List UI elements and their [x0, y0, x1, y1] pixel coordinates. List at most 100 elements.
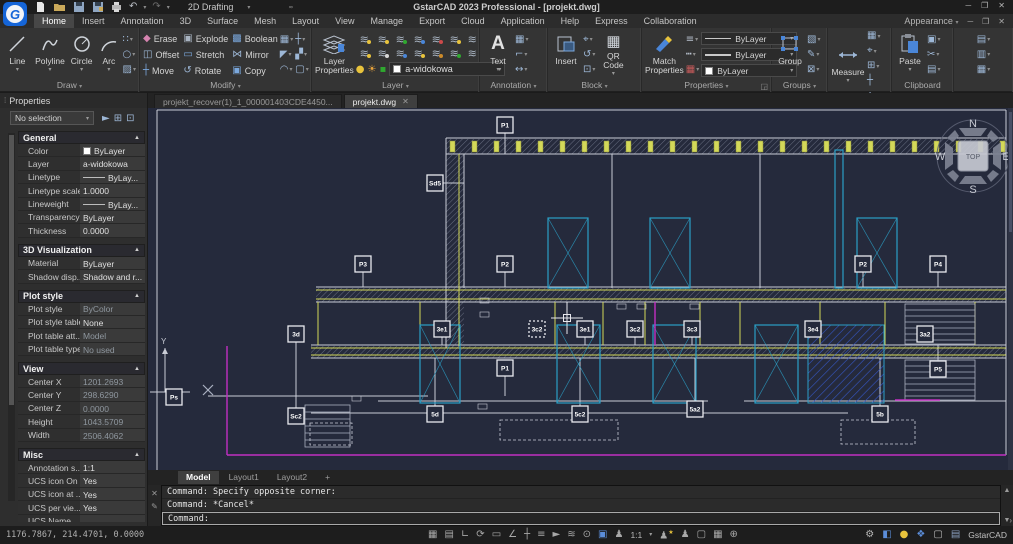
layer-tool-14-button[interactable]: ≋: [464, 47, 481, 60]
collapse-icon[interactable]: ▲: [134, 293, 140, 299]
array-button[interactable]: ▦▾: [280, 34, 293, 46]
layer-properties-button[interactable]: Layer Properties: [315, 31, 354, 79]
explode-button[interactable]: ▣Explode: [183, 32, 228, 45]
insert-button[interactable]: Insert: [551, 31, 581, 79]
layout-tab-layout1[interactable]: Layout1: [221, 471, 267, 484]
property-value[interactable]: ByLay...: [80, 171, 145, 183]
section-header-view[interactable]: View▲: [18, 362, 145, 375]
property-value[interactable]: ByLayer: [80, 144, 145, 156]
menu-tab-application[interactable]: Application: [493, 14, 553, 28]
draw-panel-label[interactable]: Draw ▾: [0, 79, 139, 92]
copy-clip-button[interactable]: ▣▾: [927, 34, 940, 46]
view-tool-3-button[interactable]: ▦▾: [977, 64, 990, 76]
palette-scrollbar[interactable]: [8, 133, 15, 501]
layer-tool-7-button[interactable]: ≋: [464, 33, 481, 46]
collapse-icon[interactable]: ▲: [134, 366, 140, 372]
block-panel-label[interactable]: Block ▾: [548, 79, 641, 92]
properties-panel-label[interactable]: Properties ▾: [642, 79, 771, 92]
section-header-general[interactable]: General▲: [18, 131, 145, 144]
menu-tab-collaboration[interactable]: Collaboration: [636, 14, 705, 28]
document-tab[interactable]: projekt_recover(1)_1_000001403CDE4450...: [154, 94, 342, 108]
property-value[interactable]: [80, 515, 145, 522]
annotation-visibility-icon[interactable]: ♟: [614, 529, 623, 541]
property-value[interactable]: 2506.4062: [80, 429, 145, 441]
attribute-button[interactable]: ⊡▾: [583, 64, 595, 76]
base-point-button[interactable]: ⌖▾: [583, 34, 595, 46]
annotation-scale-caret-icon[interactable]: ▾: [649, 531, 652, 538]
select-all-icon[interactable]: ⊡: [126, 113, 134, 124]
close-button[interactable]: ✕: [998, 1, 1005, 10]
hardware-bulb-icon[interactable]: ●: [900, 529, 909, 541]
menu-tab-express[interactable]: Express: [587, 14, 636, 28]
dynamic-input-icon[interactable]: ▭: [492, 529, 501, 541]
menu-tab-home[interactable]: Home: [34, 14, 74, 28]
leader-button[interactable]: ⌐▾: [515, 49, 528, 61]
menu-tab-layout[interactable]: Layout: [284, 14, 327, 28]
view-cube[interactable]: TOP N E S W: [935, 118, 1011, 194]
appearance-menu[interactable]: Appearance ▾: [904, 16, 958, 26]
offset-button[interactable]: ◫Offset: [143, 48, 179, 61]
annotation-scale[interactable]: 1:1: [630, 530, 642, 540]
move-button[interactable]: ┼Move: [143, 64, 179, 77]
quick-select-icon[interactable]: ⊞: [114, 113, 122, 124]
annotation-panel-label[interactable]: Annotation ▾: [480, 79, 547, 92]
rotate-button[interactable]: ↺Rotate: [183, 64, 228, 77]
palette-header[interactable]: ⁞ Properties: [0, 93, 147, 108]
layer-thaw-icon[interactable]: ☀: [367, 64, 376, 75]
property-value[interactable]: None: [80, 316, 145, 328]
section-header-3d-visualization[interactable]: 3D Visualization▲: [18, 244, 145, 257]
doc-restore-button[interactable]: ❐: [982, 17, 989, 26]
property-value[interactable]: 1:1: [80, 461, 145, 473]
table-button[interactable]: ▦▾: [515, 34, 528, 46]
menu-tab-cloud[interactable]: Cloud: [453, 14, 493, 28]
layout-tab-layout2[interactable]: Layout2: [269, 471, 315, 484]
point-tools-button[interactable]: ∷▾: [123, 34, 136, 46]
layer-tool-11-button[interactable]: ≋: [410, 47, 427, 60]
clean-screen-icon[interactable]: ❖: [916, 529, 925, 541]
menu-tab-export[interactable]: Export: [411, 14, 453, 28]
properties-dialog-launcher-icon[interactable]: ◲: [760, 82, 768, 91]
property-value[interactable]: ByLayer: [80, 257, 145, 269]
selection-dropdown[interactable]: No selection▾: [10, 111, 94, 125]
property-value[interactable]: 1201.2693: [80, 375, 145, 387]
menu-tab-mesh[interactable]: Mesh: [246, 14, 284, 28]
tab-close-icon[interactable]: ✕: [402, 97, 409, 106]
ellipse-tools-button[interactable]: ○▾: [123, 49, 136, 61]
property-value[interactable]: No used: [80, 343, 145, 355]
text-button[interactable]: A Text▾: [483, 31, 513, 79]
object-snap-tracking-icon[interactable]: ┼: [524, 529, 530, 541]
new-layout-tab[interactable]: +: [317, 471, 338, 484]
transparency-icon[interactable]: ≋: [567, 529, 575, 541]
layer-tool-9-button[interactable]: ≋: [374, 47, 391, 60]
isolate-objects-icon[interactable]: ▢: [697, 529, 706, 541]
palette-grip-icon[interactable]: ⁞: [4, 96, 5, 105]
command-input[interactable]: Command:: [162, 512, 1000, 525]
zoom-tool-icon[interactable]: ⊙: [583, 529, 591, 541]
doc-close-button[interactable]: ✕: [998, 17, 1005, 26]
line-button[interactable]: Line▾: [3, 31, 32, 79]
break-button[interactable]: ▞▾: [295, 49, 308, 61]
menu-tab-insert[interactable]: Insert: [74, 14, 113, 28]
polar-tracking-icon[interactable]: ⟳: [476, 529, 484, 541]
collapse-icon[interactable]: ▲: [134, 452, 140, 458]
chamfer-button[interactable]: ◠▾: [280, 64, 293, 76]
fillet-button[interactable]: ◤▾: [280, 49, 293, 61]
measure-button[interactable]: Measure▾: [831, 42, 865, 90]
copy-button[interactable]: ▣Copy: [232, 64, 277, 77]
layer-tool-3-button[interactable]: ≋: [392, 33, 409, 46]
document-tab-active[interactable]: projekt.dwg✕: [344, 94, 418, 108]
trace-folder-icon[interactable]: ▤: [951, 529, 960, 541]
command-expand-icon[interactable]: ›: [1009, 516, 1012, 525]
arc-button[interactable]: Arc▾: [97, 31, 120, 79]
group-edit-button[interactable]: ✎▾: [807, 49, 820, 61]
erase-button[interactable]: ◆Erase: [143, 32, 179, 45]
lineweight-display-icon[interactable]: ≡: [537, 529, 545, 541]
annotation-monitor-icon[interactable]: ♟: [681, 529, 690, 541]
trim-button[interactable]: ┼▾: [295, 34, 308, 46]
property-value[interactable]: ByLay...: [80, 198, 145, 210]
ortho-mode-icon[interactable]: ∟: [461, 529, 469, 541]
quick-calc-button[interactable]: ▦▾: [867, 30, 880, 42]
ungroup-button[interactable]: ▧▾: [807, 34, 820, 46]
drawing-vertical-scrollbar[interactable]: [1008, 108, 1013, 470]
layer-tool-5-button[interactable]: ≋: [428, 33, 445, 46]
